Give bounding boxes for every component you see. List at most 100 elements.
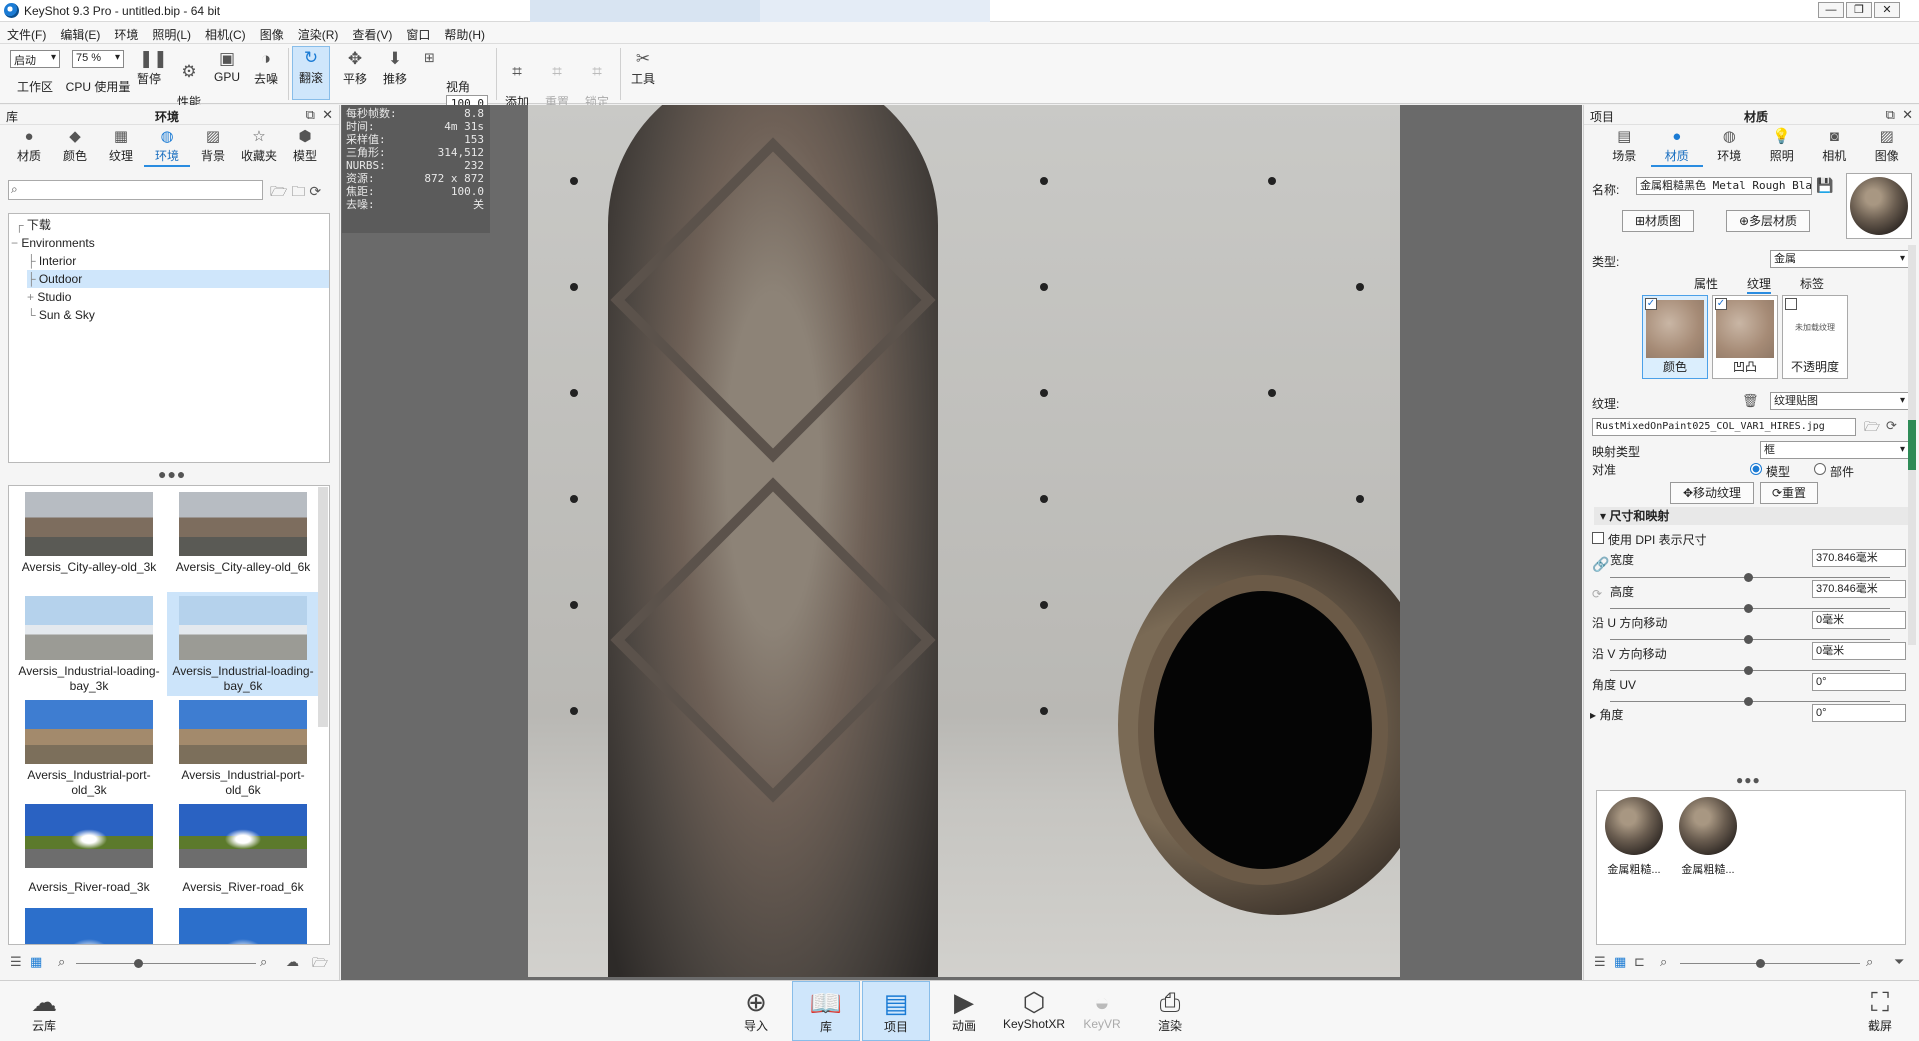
gpu-button[interactable]: ▣ GPU bbox=[212, 48, 242, 84]
uv-angle-input[interactable]: 0° bbox=[1812, 673, 1906, 691]
pan-button[interactable]: ✥ 平移 bbox=[338, 48, 372, 87]
tab-favorites[interactable]: ☆ 收藏夹 bbox=[236, 125, 282, 167]
thumbnail-item[interactable]: Aversis_Industrial-loading-bay_3k bbox=[13, 592, 165, 696]
delete-icon[interactable]: 🗑 bbox=[1742, 393, 1759, 409]
tree-item-environments[interactable]: − Environments bbox=[11, 234, 95, 252]
render-image[interactable] bbox=[528, 105, 1400, 977]
tab-image[interactable]: ▨ 图像 bbox=[1861, 125, 1914, 167]
thumbnail-item[interactable] bbox=[167, 904, 319, 944]
thumbnail-item[interactable]: Aversis_Industrial-port-old_6k bbox=[167, 696, 319, 800]
tree-view-icon[interactable]: ⊏ bbox=[1634, 954, 1645, 970]
cloud-upload-icon[interactable]: ☁ bbox=[286, 954, 299, 970]
list-view-icon[interactable]: ☰ bbox=[10, 954, 22, 970]
menu-camera[interactable]: 相机(C) bbox=[198, 22, 253, 43]
restore-button[interactable]: ❐ bbox=[1846, 2, 1872, 18]
slider-knob[interactable] bbox=[1744, 666, 1753, 675]
v-shift-input[interactable]: 0毫米 bbox=[1812, 642, 1906, 660]
reset-texture-button[interactable]: ⟳重置 bbox=[1760, 482, 1818, 504]
folder-open-icon[interactable]: 🗁 bbox=[1864, 418, 1880, 440]
material-list-item[interactable]: 金属粗糙... bbox=[1677, 797, 1739, 877]
menu-render[interactable]: 渲染(R) bbox=[291, 22, 346, 43]
library-search-input[interactable] bbox=[8, 180, 263, 200]
move-texture-button[interactable]: ✥移动纹理 bbox=[1670, 482, 1754, 504]
close-icon[interactable]: ✕ bbox=[322, 107, 333, 122]
color-texture-checkbox[interactable]: ✓ bbox=[1645, 298, 1657, 310]
size-mapping-section-header[interactable]: ▾ 尺寸和映射 bbox=[1594, 507, 1914, 525]
width-input[interactable]: 370.846毫米 bbox=[1812, 549, 1906, 567]
tab-lighting[interactable]: 💡 照明 bbox=[1756, 125, 1809, 167]
workspace-select[interactable]: 启动 bbox=[10, 50, 60, 68]
menu-environment[interactable]: 环境 bbox=[107, 22, 145, 43]
dpi-checkbox[interactable] bbox=[1592, 532, 1604, 544]
import-button[interactable]: ⊕ 导入 bbox=[722, 981, 790, 1041]
texture-type-select[interactable]: 纹理贴图 bbox=[1770, 392, 1910, 410]
texture-file-input[interactable]: RustMixedOnPaint025_COL_VAR1_HIRES.jpg bbox=[1592, 418, 1856, 436]
reload-icon[interactable]: ⟳ bbox=[1886, 418, 1897, 434]
tree-item-studio[interactable]: + Studio bbox=[27, 288, 71, 306]
zoom-in-icon[interactable]: ⌕ bbox=[260, 954, 267, 970]
dolly-button[interactable]: ⬇ 推移 bbox=[378, 48, 412, 87]
bump-texture-checkbox[interactable]: ✓ bbox=[1715, 298, 1727, 310]
menu-view[interactable]: 查看(V) bbox=[345, 22, 399, 43]
menu-help[interactable]: 帮助(H) bbox=[437, 22, 492, 43]
tree-item-sun-sky[interactable]: └ Sun & Sky bbox=[27, 306, 95, 324]
material-type-select[interactable]: 金属 bbox=[1770, 250, 1910, 268]
undock-icon[interactable]: ⧉ bbox=[1886, 107, 1895, 122]
thumbnail-item[interactable]: Aversis_River-road_3k bbox=[13, 800, 165, 904]
thumbnail-item[interactable]: Aversis_Industrial-port-old_3k bbox=[13, 696, 165, 800]
splitter-handle[interactable]: ●●● bbox=[1736, 773, 1761, 787]
menu-file[interactable]: 文件(F) bbox=[0, 22, 53, 43]
bump-texture-slot[interactable]: ✓ 凹凸 bbox=[1712, 295, 1778, 379]
grid-view-icon[interactable]: ▦ bbox=[1614, 954, 1626, 970]
slider-knob[interactable] bbox=[1744, 635, 1753, 644]
opacity-texture-slot[interactable]: 未加载纹理 不透明度 bbox=[1782, 295, 1848, 379]
tab-camera[interactable]: ◙ 相机 bbox=[1808, 125, 1861, 167]
thumbnail-scrollbar[interactable] bbox=[318, 487, 328, 727]
align-model-radio[interactable] bbox=[1750, 463, 1762, 475]
tree-item-outdoor[interactable]: ├ Outdoor bbox=[27, 270, 329, 288]
grid-view-icon[interactable]: ▦ bbox=[30, 954, 42, 970]
zoom-out-icon[interactable]: ⌕ bbox=[1660, 954, 1667, 970]
material-name-input[interactable]: 金属粗糙黑色 Metal Rough Black bbox=[1636, 177, 1812, 195]
refresh-icon[interactable]: ⟳ bbox=[309, 183, 325, 199]
folder-add-icon[interactable]: 🗀 bbox=[291, 183, 309, 199]
slider-knob[interactable] bbox=[1756, 959, 1765, 968]
menu-edit[interactable]: 编辑(E) bbox=[53, 22, 107, 43]
tree-item-downloads[interactable]: ┌ 下载 bbox=[15, 216, 51, 234]
slider-knob[interactable] bbox=[1744, 573, 1753, 582]
list-view-icon[interactable]: ☰ bbox=[1594, 954, 1606, 970]
link-icon[interactable]: 🔗 bbox=[1592, 556, 1609, 573]
tree-item-interior[interactable]: ├ Interior bbox=[27, 252, 76, 270]
menu-window[interactable]: 窗口 bbox=[399, 22, 437, 43]
undock-icon[interactable]: ⧉ bbox=[306, 107, 315, 122]
align-part-radio[interactable] bbox=[1814, 463, 1826, 475]
angle-input[interactable]: 0° bbox=[1812, 704, 1906, 722]
menu-image[interactable]: 图像 bbox=[253, 22, 291, 43]
render-button[interactable]: ⎙ 渲染 bbox=[1136, 981, 1204, 1041]
tab-model[interactable]: ⬢ 模型 bbox=[282, 125, 328, 167]
thumbnail-item-selected[interactable]: Aversis_Industrial-loading-bay_6k bbox=[167, 592, 319, 696]
menu-lighting[interactable]: 照明(L) bbox=[145, 22, 198, 43]
library-button[interactable]: 📖 库 bbox=[792, 981, 860, 1041]
tools-button[interactable]: ✂ 工具 bbox=[626, 48, 660, 87]
save-icon[interactable]: 💾 bbox=[1816, 177, 1833, 194]
u-shift-input[interactable]: 0毫米 bbox=[1812, 611, 1906, 629]
close-icon[interactable]: ✕ bbox=[1902, 107, 1913, 122]
thumbnail-item[interactable]: Aversis_River-road_6k bbox=[167, 800, 319, 904]
minimize-button[interactable]: — bbox=[1818, 2, 1844, 18]
material-list-item[interactable]: 金属粗糙... bbox=[1603, 797, 1665, 877]
cloud-library-button[interactable]: ☁ 云库 bbox=[10, 981, 78, 1041]
color-texture-slot[interactable]: ✓ 颜色 bbox=[1642, 295, 1708, 379]
opacity-texture-checkbox[interactable] bbox=[1785, 298, 1797, 310]
tab-background[interactable]: ▨ 背景 bbox=[190, 125, 236, 167]
height-input[interactable]: 370.846毫米 bbox=[1812, 580, 1906, 598]
tab-scene[interactable]: ▤ 场景 bbox=[1598, 125, 1651, 167]
project-button[interactable]: ▤ 项目 bbox=[862, 981, 930, 1041]
slider-knob[interactable] bbox=[1744, 697, 1753, 706]
zoom-out-icon[interactable]: ⌕ bbox=[58, 954, 65, 970]
scrollbar-thumb[interactable] bbox=[1908, 420, 1916, 470]
folder-open-icon[interactable]: 🗁 bbox=[270, 183, 291, 199]
tab-environment[interactable]: ◍ 环境 bbox=[144, 125, 190, 167]
subtab-labels[interactable]: 标签 bbox=[1800, 275, 1824, 292]
splitter-handle[interactable]: ●●● bbox=[158, 466, 186, 482]
